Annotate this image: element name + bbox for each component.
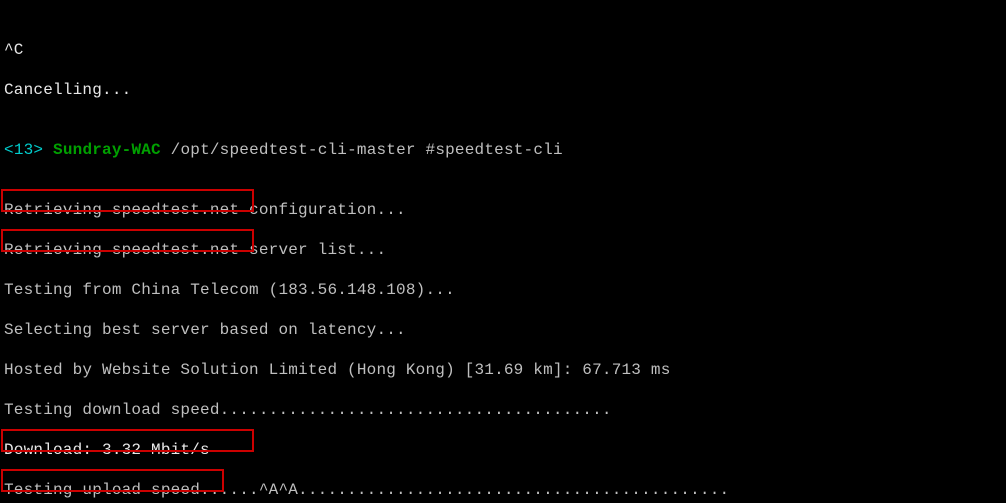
prompt-host: Sundray-WAC bbox=[53, 141, 161, 159]
prompt-close: > bbox=[33, 141, 43, 159]
prompt-open: < bbox=[4, 141, 14, 159]
output-line: Hosted by Website Solution Limited (Hong… bbox=[4, 360, 1002, 380]
output-line: Testing download speed..................… bbox=[4, 400, 1002, 420]
cancelling-line: Cancelling... bbox=[4, 80, 1002, 100]
download-result-1: Download: 3.32 Mbit/s bbox=[4, 440, 1002, 460]
output-line: Testing upload speed......^A^A..........… bbox=[4, 480, 1002, 500]
output-line: Testing from China Telecom (183.56.148.1… bbox=[4, 280, 1002, 300]
prompt-cmd: speedtest-cli bbox=[435, 141, 562, 159]
caret: ^C bbox=[4, 41, 24, 59]
output-line: Retrieving speedtest.net server list... bbox=[4, 240, 1002, 260]
output-line: Retrieving speedtest.net configuration..… bbox=[4, 200, 1002, 220]
prompt-line-13: <13> Sundray-WAC /opt/speedtest-cli-mast… bbox=[4, 140, 1002, 160]
output-line: Selecting best server based on latency..… bbox=[4, 320, 1002, 340]
terminal[interactable]: ^C Cancelling... <13> Sundray-WAC /opt/s… bbox=[0, 0, 1006, 503]
prompt-path: /opt/speedtest-cli-master # bbox=[161, 141, 435, 159]
prompt-num: 13 bbox=[14, 141, 34, 159]
caret-line: ^C bbox=[4, 40, 1002, 60]
